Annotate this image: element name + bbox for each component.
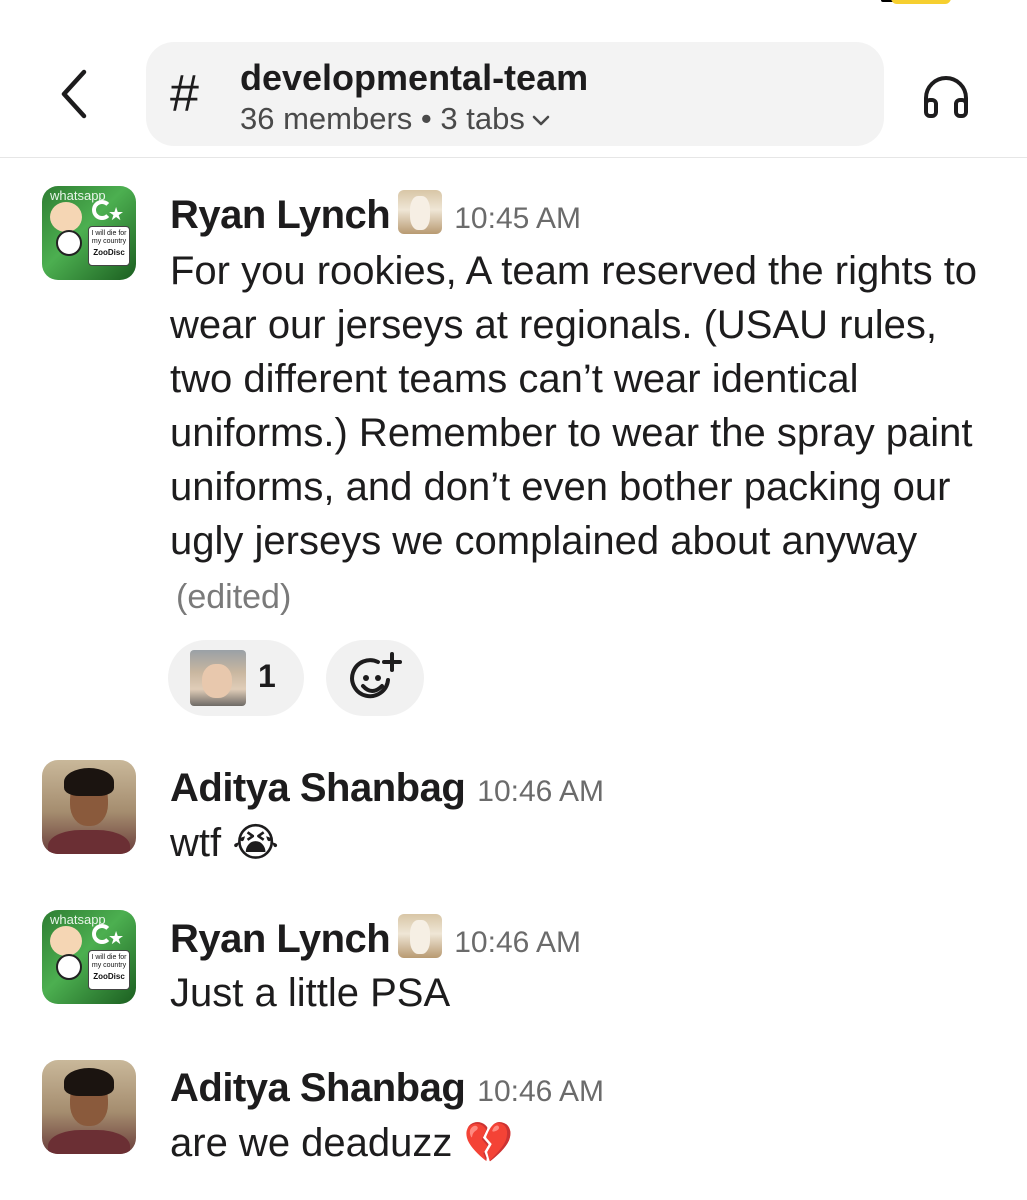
- reaction-count: 1: [258, 658, 276, 694]
- chevron-left-icon: [61, 69, 87, 119]
- timestamp: 10:46 AM: [477, 775, 605, 808]
- avatar[interactable]: whatsapp ★ I will die for my country Zoo…: [42, 186, 136, 280]
- author-name[interactable]: Aditya Shanbag: [170, 766, 466, 810]
- add-reaction-button[interactable]: [326, 640, 424, 716]
- message-text: are we deaduzz 💔: [170, 1121, 514, 1165]
- avatar-disc: [56, 230, 82, 256]
- channel-meta-text: 36 members • 3 tabs: [240, 101, 525, 136]
- message-header: Ryan Lynch 10:46 AM: [170, 914, 581, 967]
- avatar-card-text: I will die for my country: [91, 954, 127, 969]
- channel-info-button[interactable]: # developmental-team 36 members • 3 tabs: [146, 42, 884, 146]
- edited-label: (edited): [176, 578, 292, 616]
- custom-status-emoji-icon: [398, 914, 443, 958]
- huddle-button[interactable]: [918, 68, 974, 124]
- avatar-hair: [64, 768, 114, 796]
- avatar-card-text: I will die for my country: [91, 230, 127, 245]
- avatar-shirt: [48, 1130, 130, 1154]
- avatar-hair: [64, 1068, 114, 1096]
- avatar-card: I will die for my country ZooDisc: [88, 950, 130, 990]
- avatar-disc: [56, 954, 82, 980]
- message-text: Just a little PSA: [170, 971, 451, 1015]
- message-text: wtf 😭: [170, 821, 279, 865]
- avatar-star-icon: ★: [108, 204, 125, 224]
- message-header: Aditya Shanbag 10:46 AM: [170, 764, 604, 816]
- back-button[interactable]: [56, 66, 96, 122]
- channel-name: developmental-team: [240, 57, 589, 98]
- avatar[interactable]: [42, 1060, 136, 1154]
- channel-header: # developmental-team 36 members • 3 tabs: [0, 0, 1027, 158]
- avatar-figure: [50, 202, 82, 232]
- timestamp: 10:46 AM: [477, 1075, 605, 1108]
- message-header: Ryan Lynch 10:45 AM: [170, 190, 581, 243]
- avatar[interactable]: [42, 760, 136, 854]
- avatar-card-brand: ZooDisc: [93, 248, 125, 257]
- reaction-pill[interactable]: 1: [168, 640, 304, 716]
- avatar-figure: [50, 926, 82, 956]
- author-name[interactable]: Ryan Lynch: [170, 193, 391, 237]
- author-name[interactable]: Aditya Shanbag: [170, 1066, 466, 1110]
- add-emoji-icon: [350, 652, 402, 699]
- channel-hash-icon: #: [170, 65, 199, 123]
- message-text: For you rookies, A team reserved the rig…: [170, 249, 978, 563]
- avatar[interactable]: whatsapp ★ I will die for my country Zoo…: [42, 910, 136, 1004]
- chevron-down-icon: [532, 115, 550, 126]
- user-photo-reaction-icon: [190, 650, 246, 706]
- author-name[interactable]: Ryan Lynch: [170, 917, 391, 961]
- avatar-card: I will die for my country ZooDisc: [88, 226, 130, 266]
- message-text-container: For you rookies, A team reserved the rig…: [170, 244, 990, 624]
- message-header: Aditya Shanbag 10:46 AM: [170, 1064, 604, 1116]
- headphones-icon: [924, 76, 968, 118]
- avatar-card-brand: ZooDisc: [93, 972, 125, 981]
- avatar-shirt: [48, 830, 130, 854]
- channel-meta: 36 members • 3 tabs: [240, 100, 551, 138]
- timestamp: 10:45 AM: [454, 202, 581, 235]
- custom-status-emoji-icon: [398, 190, 443, 234]
- timestamp: 10:46 AM: [454, 926, 581, 959]
- avatar-star-icon: ★: [108, 928, 125, 948]
